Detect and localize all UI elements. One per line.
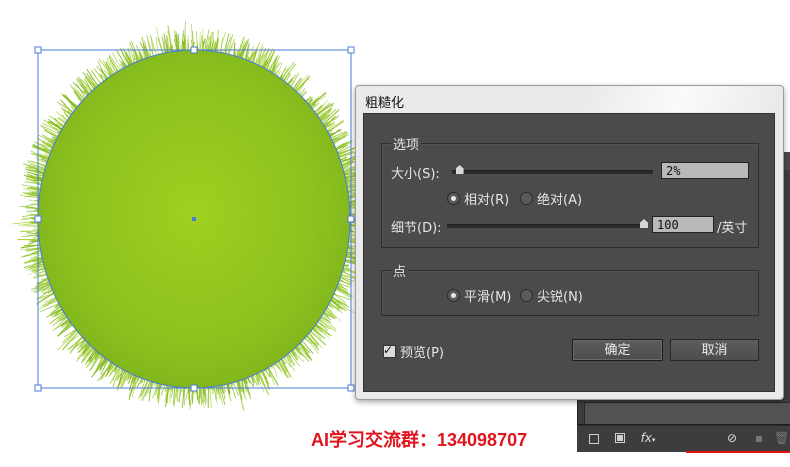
handle-middle-right	[347, 215, 355, 223]
smooth-label[interactable]: 平滑(M)	[464, 286, 511, 305]
handle-bottom-right	[347, 384, 355, 392]
points-group-title: 点	[391, 261, 409, 280]
preview-label[interactable]: 预览(P)	[400, 342, 444, 361]
trash-icon[interactable]: 🗑	[774, 431, 789, 445]
size-slider-track[interactable]	[452, 170, 653, 174]
duplicate-icon[interactable]: ▪	[752, 431, 766, 445]
detail-label: 细节(D):	[391, 221, 442, 236]
absolute-label[interactable]: 绝对(A)	[537, 189, 582, 208]
corner-radio[interactable]	[520, 289, 533, 302]
detail-input[interactable]: 100	[652, 216, 714, 233]
fx-icon[interactable]: fx▾	[637, 431, 659, 445]
handle-top-right	[347, 46, 355, 54]
checkmark-icon: ✓	[383, 343, 394, 357]
handle-bottom-left	[34, 384, 42, 392]
relative-label[interactable]: 相对(R)	[464, 189, 509, 208]
absolute-radio[interactable]	[520, 192, 533, 205]
dialog-body: 选项 大小(S): 2% 相对(R) 绝对(A) 细节(D): 100 /英寸 …	[363, 113, 775, 392]
panel-row[interactable]	[584, 402, 790, 426]
mask-icon[interactable]	[615, 433, 625, 443]
dialog-title: 粗糙化	[365, 96, 405, 111]
handle-bottom-middle	[190, 384, 198, 392]
accent-line	[686, 451, 790, 453]
smooth-radio[interactable]	[447, 289, 460, 302]
title-bar-glare	[586, 86, 776, 112]
size-label: 大小(S):	[391, 167, 440, 182]
cancel-button[interactable]: 取消	[670, 339, 759, 361]
handle-top-middle	[190, 46, 198, 54]
detail-unit: /英寸	[717, 221, 748, 236]
ok-button[interactable]: 确定	[572, 339, 663, 361]
options-group-title: 选项	[391, 134, 422, 153]
size-input[interactable]: 2%	[661, 162, 749, 179]
no-entry-icon[interactable]: ⊘	[725, 431, 739, 445]
handle-top-left	[34, 46, 42, 54]
roughen-dialog: 粗糙化 选项 大小(S): 2% 相对(R) 绝对(A) 细节(D): 100 …	[355, 85, 784, 400]
detail-slider-track[interactable]	[447, 224, 644, 228]
handle-middle-left	[34, 215, 42, 223]
new-layer-icon[interactable]	[589, 434, 599, 444]
corner-label[interactable]: 尖锐(N)	[537, 286, 583, 305]
relative-radio[interactable]	[447, 192, 460, 205]
panel-toolbar: fx▾ ⊘ ▪ 🗑	[577, 425, 790, 452]
watermark-text: AI学习交流群：134098707	[311, 430, 528, 450]
center-point	[192, 217, 196, 221]
preview-checkbox[interactable]: ✓	[383, 343, 396, 358]
